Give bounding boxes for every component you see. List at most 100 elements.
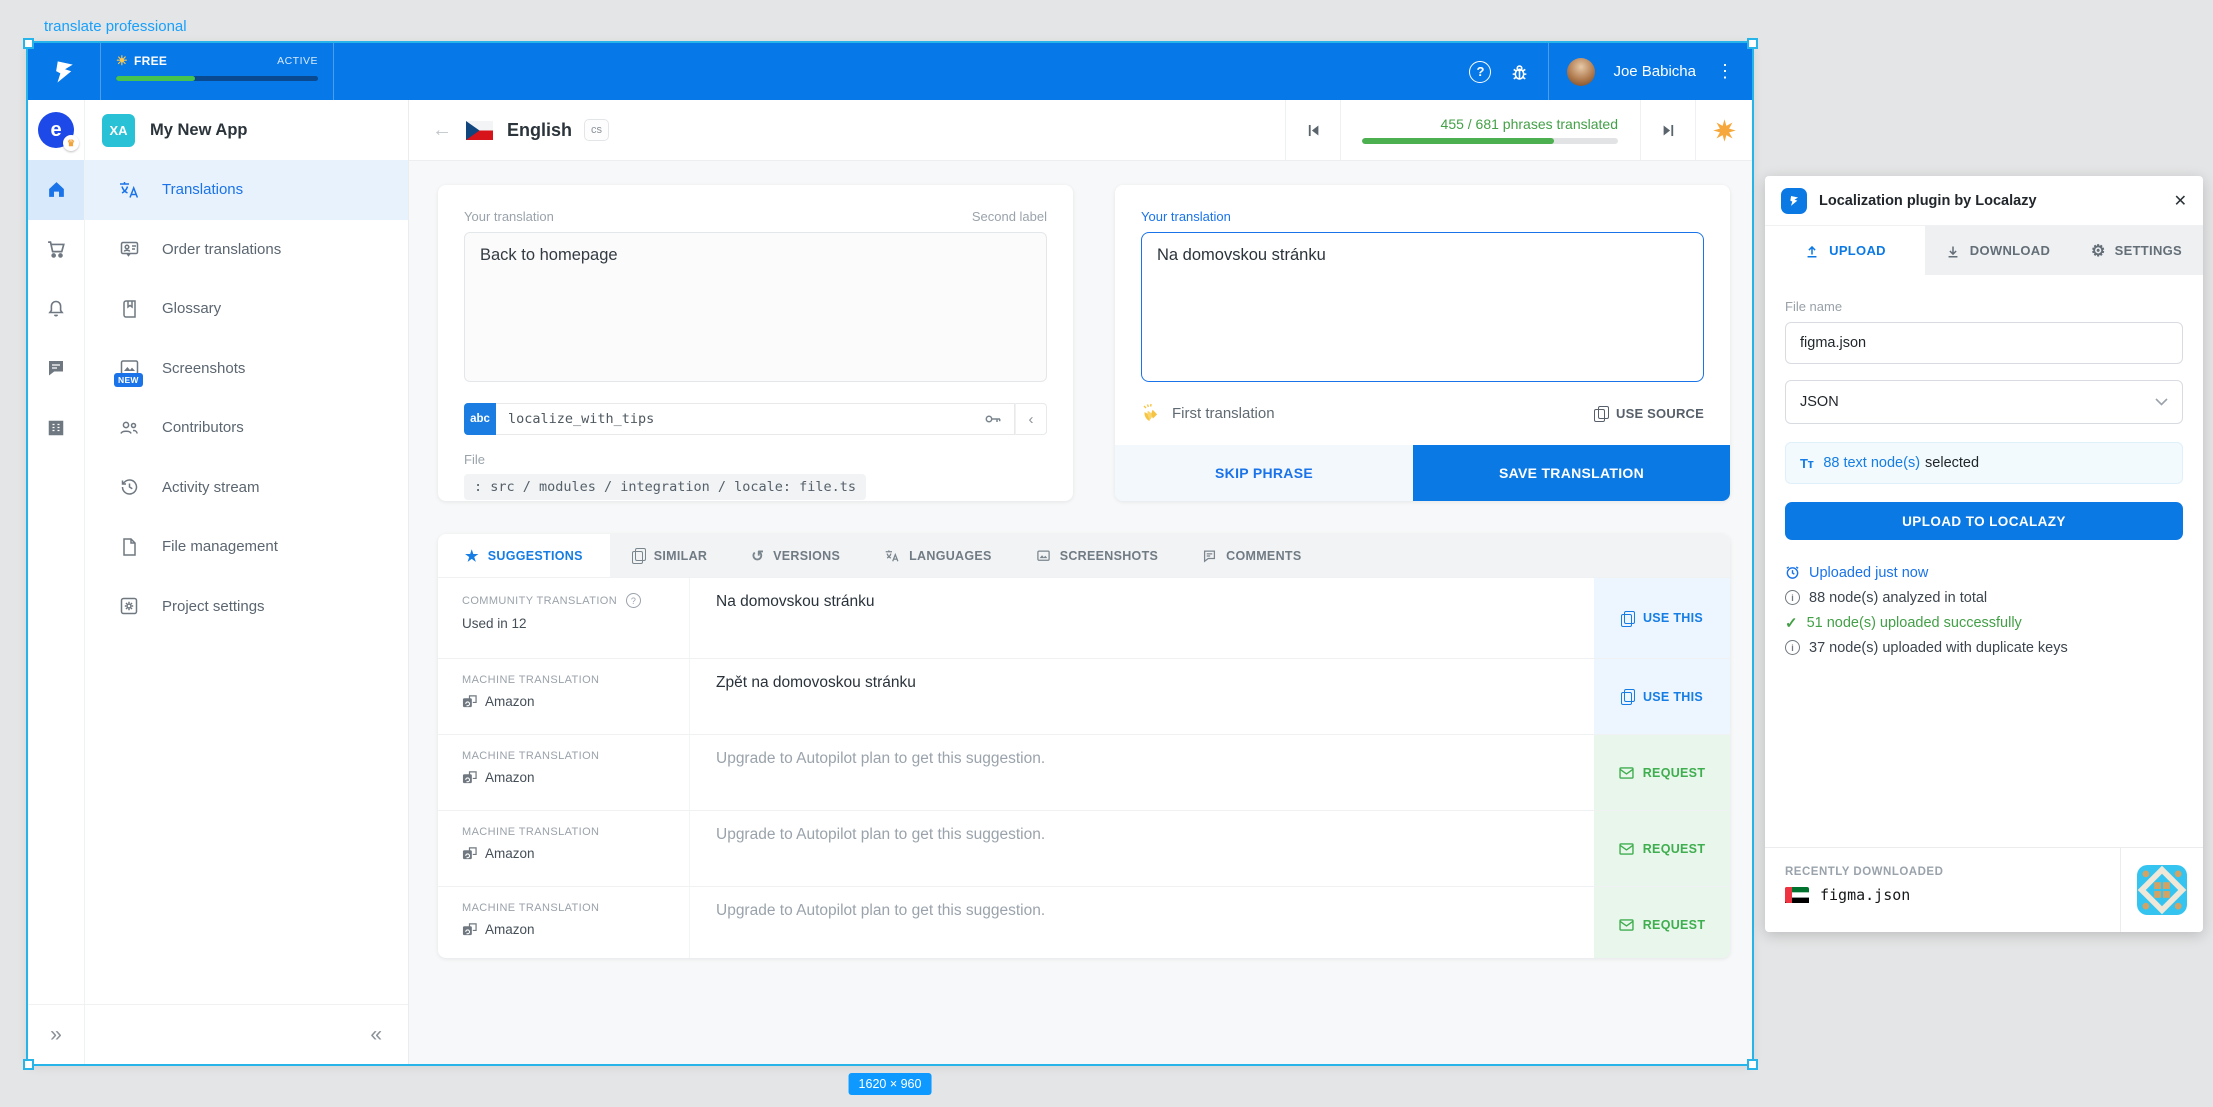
frame-label[interactable]: translate professional <box>44 18 187 35</box>
selection-handle[interactable] <box>23 1059 34 1070</box>
rail-notifications-button[interactable] <box>28 279 84 339</box>
abc-type-badge: abc <box>464 403 496 435</box>
sidebar-item-label: File management <box>162 538 278 555</box>
save-translation-button[interactable]: SAVE TRANSLATION <box>1413 445 1730 501</box>
collapse-sidebar-button[interactable]: « <box>85 1004 408 1064</box>
favorite-button[interactable] <box>1695 100 1752 160</box>
translate-icon <box>118 180 140 200</box>
selection-handle[interactable] <box>1747 1059 1758 1070</box>
uae-flag-icon <box>1785 887 1809 903</box>
plugin-tab-upload[interactable]: UPLOAD <box>1765 226 1925 275</box>
question-icon[interactable]: ? <box>626 593 641 608</box>
expand-rail-button[interactable]: » <box>28 1004 84 1064</box>
rail-organization-button[interactable] <box>28 398 84 458</box>
kebab-menu-icon[interactable]: ⋮ <box>1714 61 1736 82</box>
selection-handle[interactable] <box>1747 38 1758 49</box>
avatar[interactable] <box>1567 58 1595 86</box>
plan-label: ☀FREE <box>116 53 167 69</box>
close-icon[interactable]: ✕ <box>2174 191 2187 211</box>
suggestion-row: MACHINE TRANSLATION Amazon Upgrade to Au… <box>438 886 1730 958</box>
suggestion-tabs: ★ SUGGESTIONS SIMILAR ↺ VERSIONS <box>438 534 1730 577</box>
star-burst-icon <box>1712 118 1737 143</box>
tab-screenshots[interactable]: SCREENSHOTS <box>1014 534 1180 577</box>
copy-icon <box>632 548 645 563</box>
home-icon <box>46 179 67 200</box>
tab-versions[interactable]: ↺ VERSIONS <box>729 534 862 577</box>
skip-to-last-button[interactable] <box>1640 100 1695 160</box>
copy-icon <box>1621 689 1634 704</box>
check-icon: ✓ <box>1785 614 1798 632</box>
use-this-button[interactable]: USE THIS <box>1594 659 1730 734</box>
status-line: Uploaded just now <box>1785 560 2183 585</box>
rail-home-button[interactable] <box>28 160 84 220</box>
app-frame: ☀FREE ACTIVE ? Joe Babicha ⋮ <box>28 43 1752 1064</box>
bug-report-icon[interactable] <box>1509 61 1530 82</box>
file-icon <box>118 537 140 557</box>
upload-to-localazy-button[interactable]: UPLOAD TO LOCALAZY <box>1785 502 2183 540</box>
sidebar-item-glossary[interactable]: Glossary <box>85 279 408 339</box>
rail-cart-button[interactable] <box>28 220 84 280</box>
plan-widget[interactable]: ☀FREE ACTIVE <box>101 43 334 100</box>
workspace-logo[interactable]: e ♛ <box>38 112 74 148</box>
suggestion-type: MACHINE TRANSLATION <box>462 826 599 838</box>
skip-phrase-button[interactable]: SKIP PHRASE <box>1115 445 1413 501</box>
organization-icon <box>46 418 66 438</box>
back-arrow-icon[interactable]: ← <box>432 119 452 142</box>
tab-languages[interactable]: LANGUAGES <box>862 534 1014 577</box>
sidebar-item-order-translations[interactable]: Order translations <box>85 220 408 280</box>
tab-comments[interactable]: COMMENTS <box>1180 534 1323 577</box>
use-this-button[interactable]: USE THIS <box>1594 578 1730 658</box>
request-button[interactable]: REQUEST <box>1594 735 1730 810</box>
plugin-tab-settings[interactable]: ⚙ SETTINGS <box>2070 226 2203 275</box>
rail-messages-button[interactable] <box>28 339 84 399</box>
cart-icon <box>46 239 67 260</box>
status-line: i 88 node(s) analyzed in total <box>1785 585 2183 610</box>
pattern-tile-icon <box>2137 865 2187 915</box>
sidebar-item-contributors[interactable]: Contributors <box>85 398 408 458</box>
locale-code-badge[interactable]: cs <box>584 119 609 141</box>
translation-input[interactable]: Na domovskou stránku <box>1141 232 1704 382</box>
tab-similar[interactable]: SIMILAR <box>610 534 730 577</box>
glossary-icon <box>118 299 140 319</box>
suggestion-row: MACHINE TRANSLATION Amazon Upgrade to Au… <box>438 810 1730 886</box>
filename-input[interactable] <box>1785 322 2183 364</box>
plugin-title: Localization plugin by Localazy <box>1819 193 2162 209</box>
gear-icon: ⚙ <box>2091 241 2106 261</box>
suggestion-source: Amazon <box>485 770 535 785</box>
key-icon <box>984 412 1002 426</box>
text-nodes-icon: Tᴛ <box>1800 456 1813 471</box>
tab-suggestions[interactable]: ★ SUGGESTIONS <box>438 534 610 577</box>
recent-file-row[interactable]: figma.json <box>1785 886 2120 904</box>
chevron-left-icon[interactable]: ‹ <box>1015 403 1047 435</box>
sidebar-item-label: Activity stream <box>162 479 260 496</box>
format-select[interactable]: JSON <box>1785 380 2183 424</box>
recently-downloaded-section: RECENTLY DOWNLOADED figma.json <box>1765 847 2203 932</box>
source-text-box[interactable]: Back to homepage <box>464 232 1047 382</box>
sidebar-item-project-settings[interactable]: Project settings <box>85 577 408 637</box>
selection-rest: selected <box>1925 455 1979 471</box>
localazy-logo-button[interactable] <box>28 43 101 100</box>
use-source-button[interactable]: USE SOURCE <box>1594 406 1704 421</box>
suggestion-text: Upgrade to Autopilot plan to get this su… <box>689 735 1594 810</box>
file-path-chip[interactable]: : src / modules / integration / locale: … <box>464 474 866 500</box>
sidebar-item-screenshots[interactable]: NEW Screenshots <box>85 339 408 399</box>
image-icon <box>1036 549 1051 563</box>
suggestion-source: Amazon <box>485 846 535 861</box>
request-button[interactable]: REQUEST <box>1594 887 1730 958</box>
suggestion-source: Amazon <box>485 694 535 709</box>
suggestions-card: ★ SUGGESTIONS SIMILAR ↺ VERSIONS <box>438 534 1730 958</box>
sidebar-item-activity-stream[interactable]: Activity stream <box>85 458 408 518</box>
sidebar-item-label: Project settings <box>162 598 265 615</box>
help-icon[interactable]: ? <box>1469 61 1491 83</box>
request-button[interactable]: REQUEST <box>1594 811 1730 886</box>
amazon-translate-icon <box>462 770 477 785</box>
status-line: i 37 node(s) uploaded with duplicate key… <box>1785 635 2183 660</box>
format-value: JSON <box>1800 394 1839 410</box>
sidebar-item-translations[interactable]: Translations <box>85 160 408 220</box>
suggestion-source: Amazon <box>485 922 535 937</box>
upload-status-list: Uploaded just now i 88 node(s) analyzed … <box>1785 560 2183 660</box>
sidebar-item-file-management[interactable]: File management <box>85 517 408 577</box>
selection-handle[interactable] <box>23 38 34 49</box>
skip-to-first-button[interactable] <box>1285 100 1340 160</box>
plugin-tab-download[interactable]: DOWNLOAD <box>1925 226 2070 275</box>
